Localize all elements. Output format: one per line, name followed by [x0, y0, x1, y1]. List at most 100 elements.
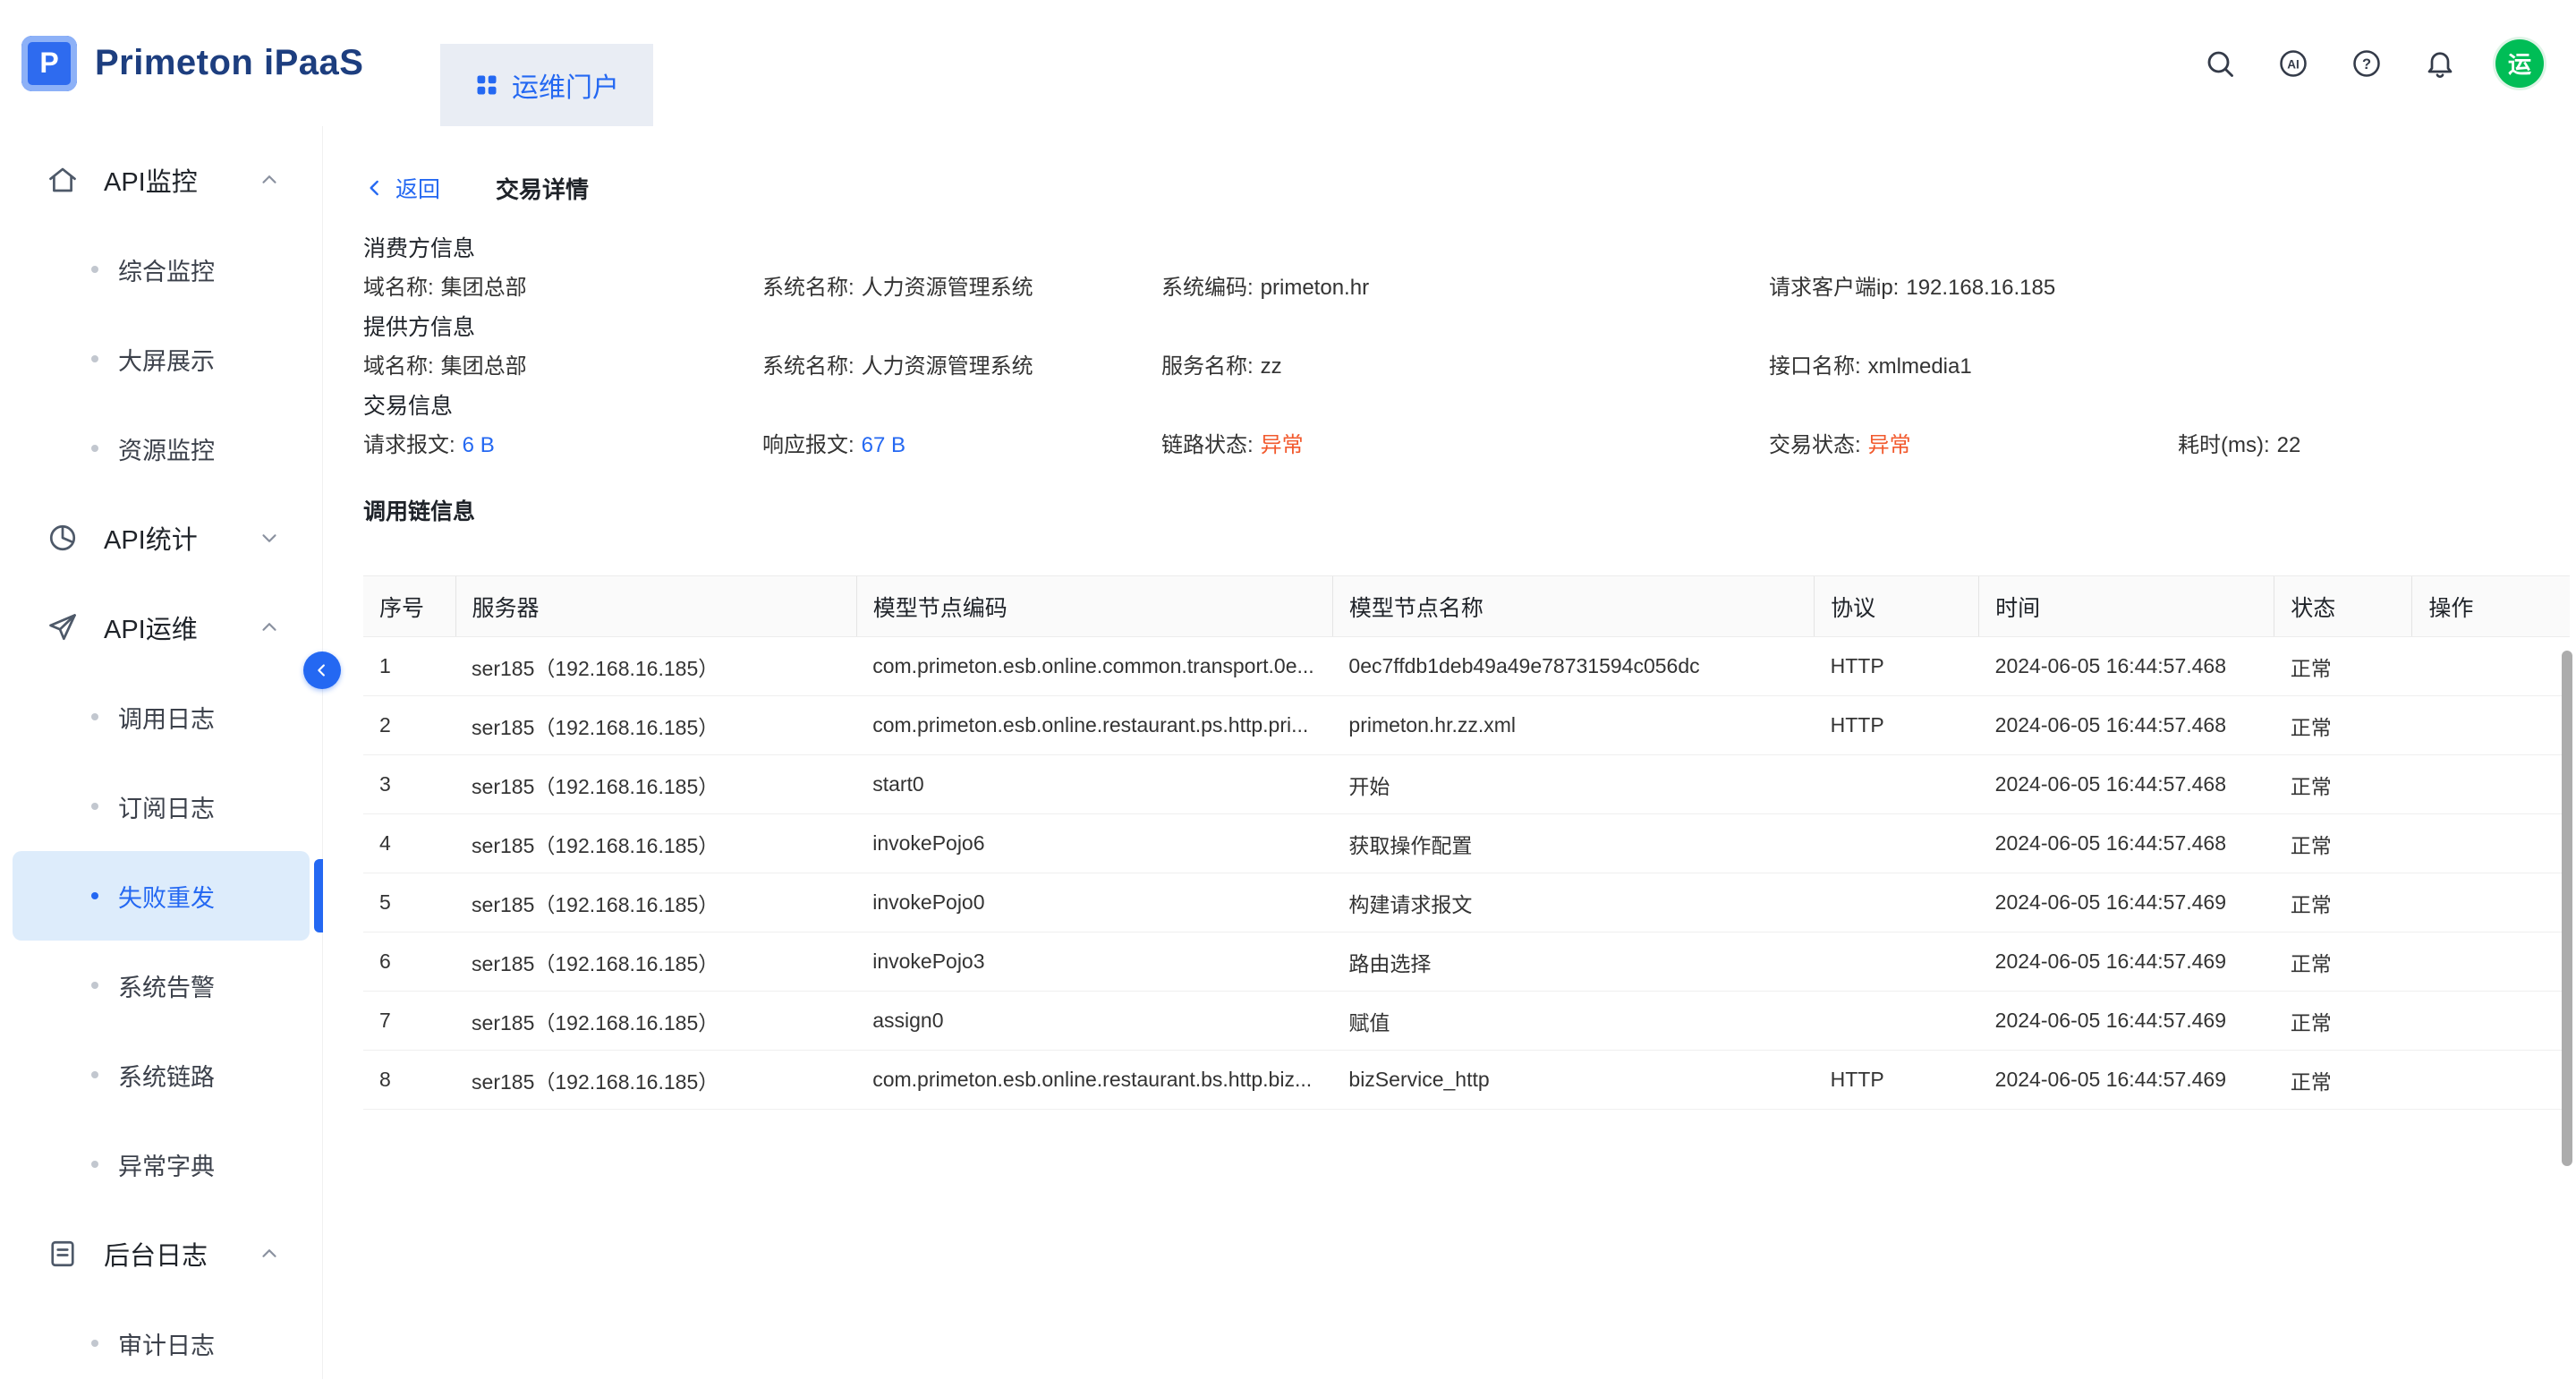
sidebar-item-label: API运维 — [104, 609, 198, 646]
sidebar-item-label: 失败重发 — [118, 879, 215, 914]
tab-ops-portal[interactable]: 运维门户 — [440, 44, 653, 126]
request-payload-link[interactable]: 6 B — [463, 433, 495, 457]
section-title-call-chain: 调用链信息 — [363, 498, 2576, 525]
sidebar-item-system-alerts[interactable]: 系统告警 — [13, 941, 310, 1030]
field-label: 请求客户端ip: — [1769, 276, 1899, 300]
sidebar-item-subscription-logs[interactable]: 订阅日志 — [13, 762, 310, 851]
table-cell: com.primeton.esb.online.restaurant.bs.ht… — [856, 1051, 1332, 1110]
provider-info-row: 域名称:集团总部 系统名称:人力资源管理系统 服务名称:zz 接口名称:xmlm… — [363, 353, 2576, 380]
field-response-payload: 响应报文: 67 B — [762, 432, 1161, 459]
field-value: primeton.hr — [1261, 276, 1369, 300]
consumer-info-row: 域名称:集团总部 系统名称:人力资源管理系统 系统编码:primeton.hr … — [363, 275, 2576, 302]
table-row: 2ser185（192.168.16.185）com.primeton.esb.… — [363, 696, 2570, 755]
table-cell: 6 — [363, 932, 455, 992]
bullet-dot-icon — [91, 982, 98, 989]
bullet-dot-icon — [91, 1340, 98, 1347]
help-icon[interactable]: ? — [2349, 46, 2385, 81]
search-icon[interactable] — [2202, 46, 2238, 81]
document-log-icon — [47, 1236, 82, 1272]
ai-assistant-icon[interactable]: AI — [2275, 46, 2311, 81]
field-label: 请求报文: — [363, 433, 455, 457]
sidebar-item-call-logs[interactable]: 调用日志 — [13, 672, 310, 762]
svg-text:?: ? — [2362, 56, 2371, 72]
logo-letter: P — [39, 47, 58, 80]
sidebar-item-comprehensive-monitoring[interactable]: 综合监控 — [13, 225, 310, 314]
vertical-scrollbar-thumb[interactable] — [2562, 651, 2572, 1166]
sidebar-item-failed-resend[interactable]: 失败重发 — [13, 851, 310, 941]
table-header: 序号服务器模型节点编码模型节点名称协议时间状态操作 — [363, 576, 2570, 637]
field-label: 域名称: — [363, 276, 434, 300]
field-value: zz — [1261, 354, 1282, 379]
table-cell: 2024-06-05 16:44:57.469 — [1979, 873, 2274, 932]
field-link-status: 链路状态:异常 — [1161, 432, 1769, 459]
field-domain-name: 域名称:集团总部 — [363, 353, 762, 380]
svg-text:AI: AI — [2287, 57, 2300, 71]
table-cell — [2412, 932, 2570, 992]
home-icon — [47, 162, 82, 198]
app: P Primeton iPaaS 运维门户 AI — [0, 0, 2576, 1379]
table-column-header: 协议 — [1815, 576, 1979, 637]
brand[interactable]: P Primeton iPaaS — [0, 36, 363, 91]
sidebar-item-audit-logs[interactable]: 审计日志 — [13, 1299, 310, 1388]
table-column-header: 模型节点编码 — [856, 576, 1332, 637]
table-row: 7ser185（192.168.16.185）assign0赋值2024-06-… — [363, 992, 2570, 1051]
chevron-down-icon — [258, 526, 281, 549]
field-elapsed-ms: 耗时(ms):22 — [2178, 432, 2576, 459]
table-cell: 2024-06-05 16:44:57.469 — [1979, 932, 2274, 992]
table-column-header: 操作 — [2412, 576, 2570, 637]
sidebar-item-label: 审计日志 — [118, 1326, 215, 1361]
topbar-actions: AI ? 运 — [2202, 0, 2544, 126]
main-content: 返回 交易详情 消费方信息 域名称:集团总部 系统名称:人力资源管理系统 系统编… — [324, 126, 2576, 1379]
table-cell: 正常 — [2274, 637, 2412, 696]
table-column-header: 序号 — [363, 576, 455, 637]
field-service-name: 服务名称:zz — [1161, 353, 1769, 380]
sidebar-item-system-links[interactable]: 系统链路 — [13, 1030, 310, 1120]
table-cell: 正常 — [2274, 755, 2412, 814]
sidebar-collapse-button[interactable] — [303, 651, 341, 689]
back-button[interactable]: 返回 — [363, 172, 440, 204]
section-title-consumer: 消费方信息 — [363, 235, 2576, 262]
transaction-info-row: 请求报文:6 B 响应报文:67 B 链路状态:异常 交易状态:异常 耗时(ms… — [363, 432, 2576, 459]
table-cell: 1 — [363, 637, 455, 696]
chevron-up-icon — [258, 168, 281, 192]
response-payload-link[interactable]: 67 B — [862, 433, 905, 457]
table-cell: 路由选择 — [1332, 932, 1814, 992]
sidebar-item-exception-dictionary[interactable]: 异常字典 — [13, 1120, 310, 1209]
table-cell — [1815, 814, 1979, 873]
field-label: 耗时(ms): — [2178, 433, 2270, 457]
field-system-name: 系统名称:人力资源管理系统 — [762, 275, 1161, 302]
sidebar-item-backend-logs[interactable]: 后台日志 — [0, 1209, 322, 1299]
table-row: 3ser185（192.168.16.185）start0开始2024-06-0… — [363, 755, 2570, 814]
table-cell — [2412, 637, 2570, 696]
grid-icon — [474, 72, 499, 98]
table-cell — [2412, 992, 2570, 1051]
tab-label: 运维门户 — [512, 65, 619, 105]
field-label: 响应报文: — [762, 433, 854, 457]
table-row: 8ser185（192.168.16.185）com.primeton.esb.… — [363, 1051, 2570, 1110]
table-cell: ser185（192.168.16.185） — [455, 873, 856, 932]
notifications-bell-icon[interactable] — [2422, 46, 2458, 81]
field-value: 人力资源管理系统 — [862, 354, 1033, 379]
table-row: 6ser185（192.168.16.185）invokePojo3路由选择20… — [363, 932, 2570, 992]
sidebar-item-api-statistics[interactable]: API统计 — [0, 493, 322, 583]
table-cell: 获取操作配置 — [1332, 814, 1814, 873]
sidebar-item-api-operations[interactable]: API运维 — [0, 583, 322, 672]
section-title-transaction: 交易信息 — [363, 393, 2576, 420]
table-cell: ser185（192.168.16.185） — [455, 637, 856, 696]
table-cell: 赋值 — [1332, 992, 1814, 1051]
bullet-dot-icon — [91, 892, 98, 899]
link-status-value: 异常 — [1261, 433, 1304, 457]
sidebar-item-resource-monitoring[interactable]: 资源监控 — [13, 404, 310, 493]
table-cell: 正常 — [2274, 1051, 2412, 1110]
table-cell: 5 — [363, 873, 455, 932]
table-cell: 2024-06-05 16:44:57.468 — [1979, 814, 2274, 873]
table-cell — [2412, 696, 2570, 755]
sidebar-item-dashboard-display[interactable]: 大屏展示 — [13, 314, 310, 404]
table-cell: 2024-06-05 16:44:57.468 — [1979, 696, 2274, 755]
table-cell: 0ec7ffdb1deb49a49e78731594c056dc — [1332, 637, 1814, 696]
table-cell: assign0 — [856, 992, 1332, 1051]
sidebar-item-api-monitoring[interactable]: API监控 — [0, 135, 322, 225]
table-cell: 3 — [363, 755, 455, 814]
avatar[interactable]: 运 — [2495, 39, 2544, 88]
table-cell — [1815, 992, 1979, 1051]
